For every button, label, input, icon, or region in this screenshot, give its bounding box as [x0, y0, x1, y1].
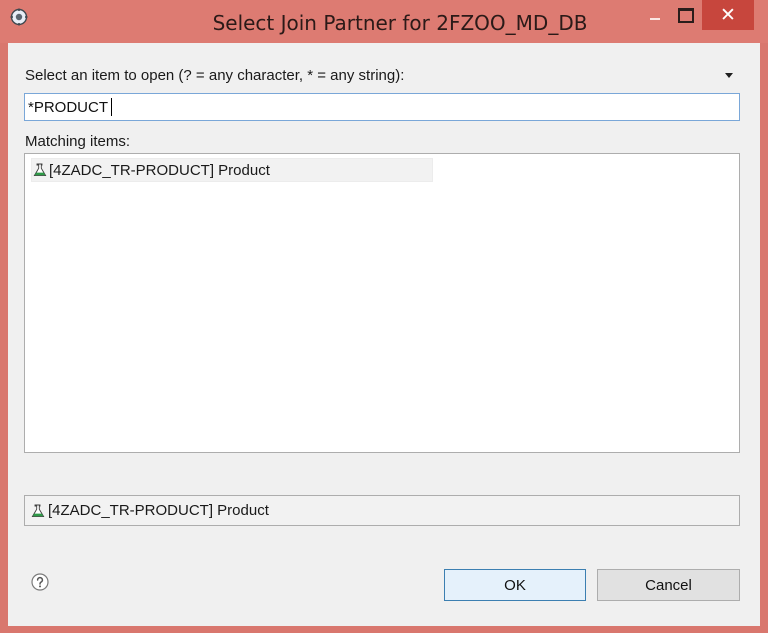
dialog-body: Select an item to open (? = any characte… — [8, 43, 760, 626]
selection-details-bar: [4ZADC_TR-PRODUCT] Product — [24, 495, 740, 526]
flask-icon — [31, 504, 45, 517]
selection-details-label: [4ZADC_TR-PRODUCT] Product — [48, 502, 269, 519]
list-item[interactable]: [4ZADC_TR-PRODUCT] Product — [31, 158, 433, 182]
maximize-button[interactable] — [670, 0, 702, 30]
minimize-button[interactable] — [640, 0, 670, 30]
maximize-icon — [678, 7, 694, 23]
window-title: Select Join Partner for 2FZOO_MD_DB — [212, 11, 588, 35]
app-gear-icon — [10, 8, 28, 26]
title-bar[interactable]: Select Join Partner for 2FZOO_MD_DB ✕ — [0, 0, 768, 43]
search-prompt-label: Select an item to open (? = any characte… — [25, 67, 405, 84]
matching-items-label: Matching items: — [25, 133, 131, 150]
close-button[interactable]: ✕ — [702, 0, 754, 30]
matching-items-list[interactable]: [4ZADC_TR-PRODUCT] Product — [24, 153, 740, 453]
search-input[interactable] — [24, 93, 740, 121]
flask-icon — [33, 163, 47, 177]
ok-button[interactable]: OK — [444, 569, 586, 601]
help-icon[interactable] — [31, 573, 49, 591]
minimize-icon — [650, 18, 660, 20]
dialog-window: Select Join Partner for 2FZOO_MD_DB ✕ Se… — [0, 0, 768, 633]
cancel-button[interactable]: Cancel — [597, 569, 740, 601]
view-menu-chevron-down-icon[interactable] — [725, 73, 733, 78]
close-icon: ✕ — [720, 3, 736, 26]
text-caret — [111, 98, 112, 116]
list-item-label: [4ZADC_TR-PRODUCT] Product — [49, 161, 270, 179]
